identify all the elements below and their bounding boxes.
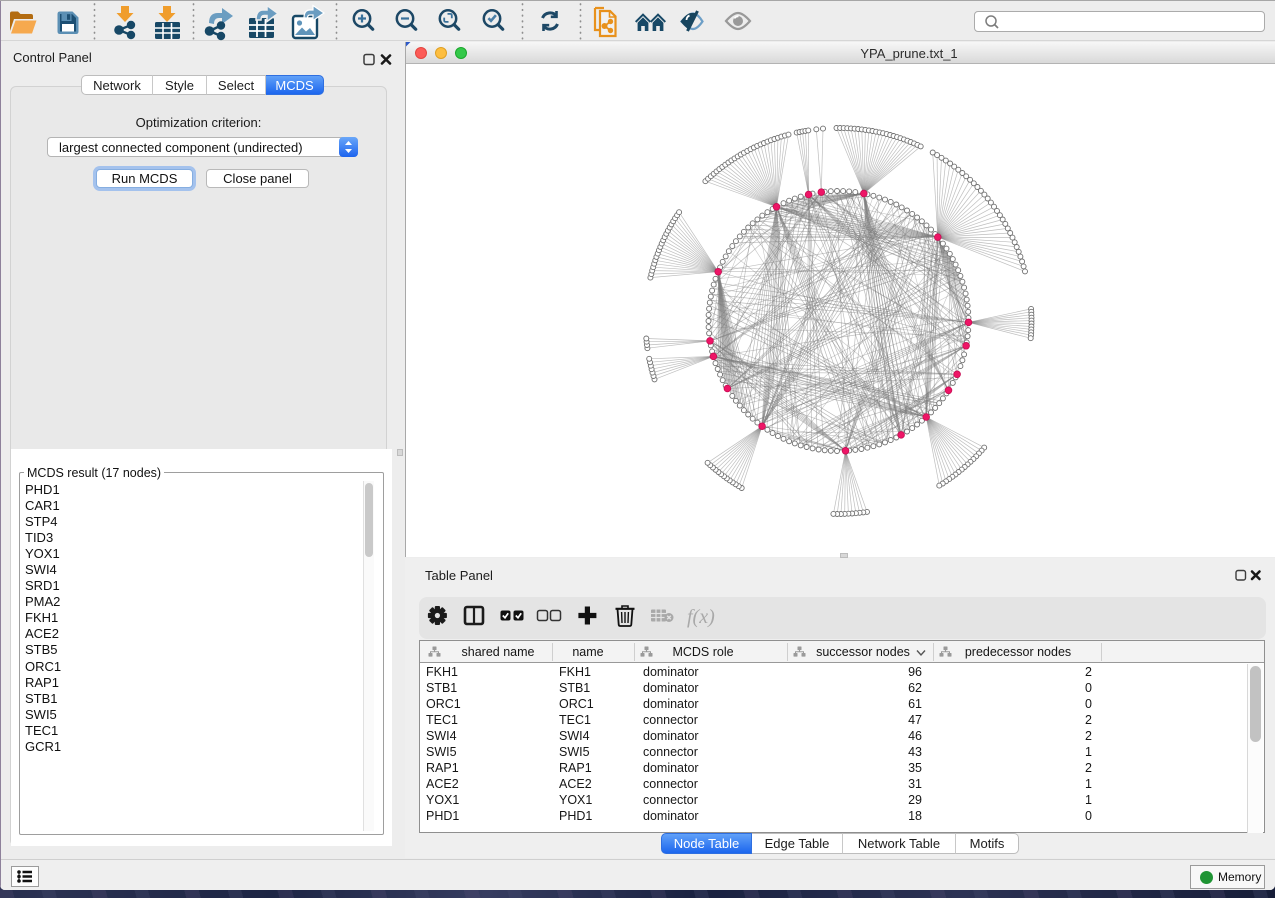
svg-text:f(x): f(x) <box>687 606 715 628</box>
